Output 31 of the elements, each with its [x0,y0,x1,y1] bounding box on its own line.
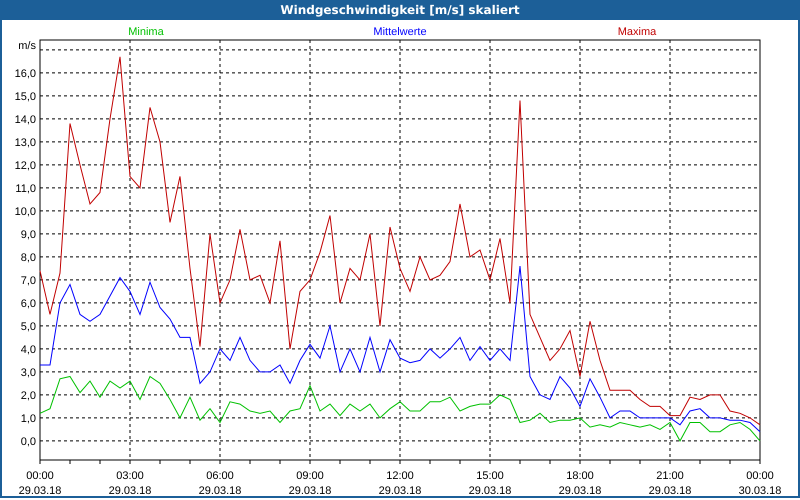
legend-label: Minima [128,26,164,38]
y-tick-label: 14,0 [14,114,36,126]
y-tick-label: 8,0 [20,252,36,264]
y-tick-label: 13,0 [14,136,36,149]
y-tick-label: 0,0 [20,436,36,448]
x-tick-label: 06:00 29.03.18 [198,470,242,496]
y-tick-label: 2,0 [20,390,36,402]
y-tick-label: 1,0 [20,412,36,425]
y-tick-label: 9,0 [20,228,36,241]
y-tick-label: 4,0 [20,344,36,356]
x-tick-label: 00:00 30.03.18 [738,470,782,496]
y-tick-label: 7,0 [20,274,36,287]
x-tick-label: 00:00 29.03.18 [18,470,62,496]
x-tick-label: 18:00 29.03.18 [558,470,602,496]
y-tick-label: 12,0 [14,160,36,172]
x-tick-label: 12:00 29.03.18 [378,470,422,496]
x-tick-label: 15:00 29.03.18 [468,470,512,496]
y-tick-label: 15,0 [14,90,36,103]
y-tick-label: 5,0 [20,320,36,333]
y-tick-label: 6,0 [20,298,36,310]
window-title: Windgeschwindigkeit [m/s] skaliert [280,3,520,17]
y-tick-label: 11,0 [15,182,36,195]
y-tick-label: 16,0 [14,68,36,80]
legend-label: Maxima [618,26,656,38]
axis-unit-label: m/s [18,40,36,52]
x-tick-label: 09:00 29.03.18 [288,470,332,496]
y-tick-label: 3,0 [20,366,36,379]
legend-label: Mittelwerte [373,26,427,38]
y-tick-label: 10,0 [14,206,36,218]
x-tick-label: 21:00 29.03.18 [648,470,692,496]
x-tick-label: 03:00 29.03.18 [108,470,152,496]
